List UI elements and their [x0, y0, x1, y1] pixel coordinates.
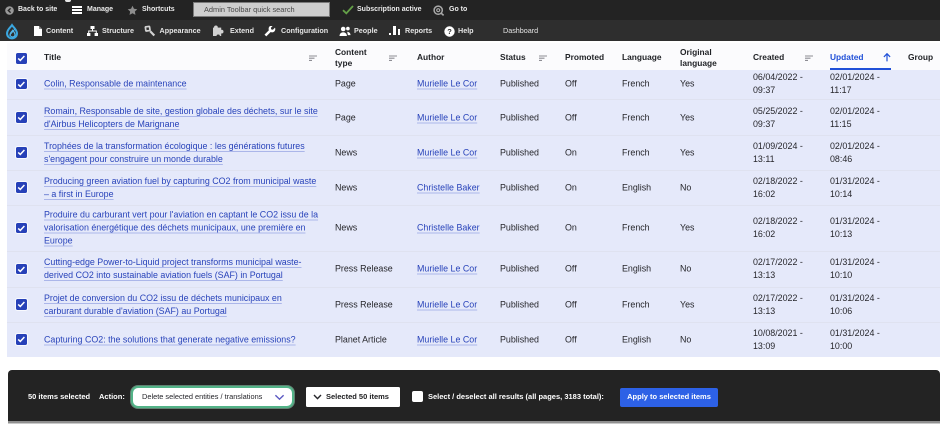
svg-text:?: ? — [447, 27, 452, 36]
